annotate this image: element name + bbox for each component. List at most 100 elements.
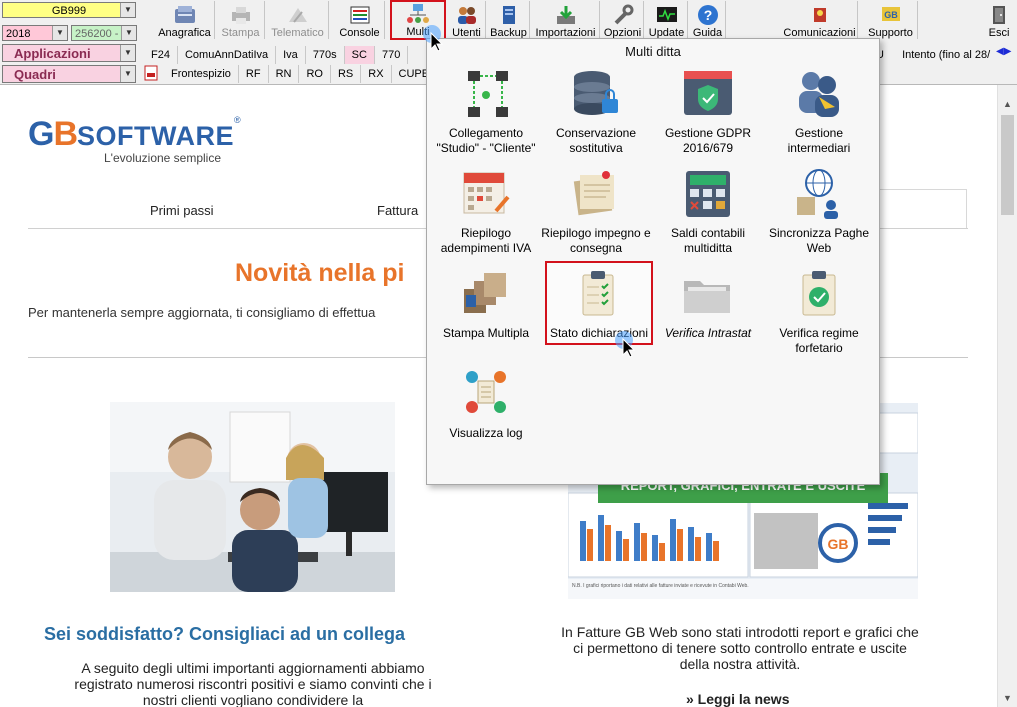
menu-fattura[interactable]: Fattura bbox=[377, 203, 418, 218]
tile-gestione-intermediari[interactable]: Gestione intermediari bbox=[764, 67, 874, 159]
tile-visualizza-log[interactable]: Visualizza log bbox=[431, 367, 541, 459]
multi-company-icon bbox=[406, 3, 430, 25]
intermediaries-icon bbox=[789, 67, 849, 123]
arrow-left-icon[interactable]: ◀ bbox=[996, 46, 1004, 57]
recommend-title: Sei soddisfatto? Consigliaci ad un colle… bbox=[44, 624, 406, 644]
company-selector[interactable]: GB999 ▼ bbox=[2, 2, 136, 18]
telematico-button[interactable]: Telematico bbox=[267, 1, 329, 39]
importazioni-button[interactable]: Importazioni bbox=[532, 1, 600, 39]
client-code-selector[interactable]: 256200 - ▼ bbox=[71, 25, 137, 41]
tab-scroll-arrows[interactable]: ◀▶ bbox=[996, 46, 1011, 57]
anagrafica-button[interactable]: Anagrafica bbox=[155, 1, 215, 39]
communications-icon bbox=[808, 4, 832, 26]
scroll-up-icon[interactable]: ▲ bbox=[1003, 99, 1012, 109]
chevron-down-icon[interactable]: ▼ bbox=[120, 3, 135, 17]
tab-sc[interactable]: SC bbox=[344, 46, 375, 64]
tab-iva[interactable]: Iva bbox=[276, 46, 306, 64]
svg-text:?: ? bbox=[703, 7, 712, 23]
opzioni-button[interactable]: Opzioni bbox=[602, 1, 644, 39]
applications-selector[interactable]: Applicazioni ▼ bbox=[2, 44, 136, 62]
logo-tagline: L'evoluzione semplice bbox=[104, 151, 222, 165]
guida-button[interactable]: ? Guida bbox=[690, 1, 726, 39]
tab-f24[interactable]: F24 bbox=[144, 46, 178, 64]
quadro-tab-ro[interactable]: RO bbox=[299, 65, 331, 83]
modules-tab-row: F24 ComuAnnDatiIva Iva 770s SC 770 bbox=[144, 46, 409, 64]
applications-label: Applicazioni bbox=[14, 46, 91, 61]
quadro-tab-frontespizio[interactable]: Frontespizio bbox=[164, 65, 239, 83]
esci-button[interactable]: Esci bbox=[984, 1, 1014, 39]
tab-770[interactable]: 770 bbox=[375, 46, 409, 64]
tile-stampa-multipla[interactable]: Stampa Multipla bbox=[431, 267, 541, 359]
tab-comuanndatiiva[interactable]: ComuAnnDatiIva bbox=[178, 46, 277, 64]
quadro-tab-rn[interactable]: RN bbox=[269, 65, 300, 83]
quadro-tab-rs[interactable]: RS bbox=[331, 65, 362, 83]
users-icon bbox=[455, 4, 479, 26]
quadro-tab-rx[interactable]: RX bbox=[361, 65, 392, 83]
client-code-value: 256200 - bbox=[75, 28, 119, 40]
year-value: 2018 bbox=[6, 28, 31, 40]
import-icon bbox=[554, 4, 578, 26]
chevron-down-icon[interactable]: ▼ bbox=[120, 45, 135, 61]
year-selector[interactable]: 2018 ▼ bbox=[2, 25, 68, 41]
printer-icon bbox=[229, 4, 253, 26]
comunicazioni-button[interactable]: Comunicazioni bbox=[782, 1, 858, 39]
page-subline: Per mantenerla sempre aggiornata, ti con… bbox=[28, 305, 376, 320]
scroll-thumb[interactable] bbox=[1001, 115, 1014, 215]
telematic-icon bbox=[286, 4, 310, 26]
help-icon: ? bbox=[696, 4, 720, 26]
tile-verifica-intrastat[interactable]: Verifica Intrastat bbox=[653, 267, 763, 359]
console-button[interactable]: Console bbox=[335, 1, 385, 39]
users-log-icon bbox=[456, 367, 516, 423]
tile-collegamento-studio-cliente[interactable]: Collegamento "Studio" - "Cliente" bbox=[431, 67, 541, 159]
chevron-down-icon[interactable]: ▼ bbox=[120, 66, 135, 82]
badge-check-icon bbox=[789, 267, 849, 323]
backup-button[interactable]: Backup bbox=[488, 1, 530, 39]
notes-pin-icon bbox=[566, 167, 626, 223]
console-icon bbox=[348, 4, 372, 26]
gdpr-shield-icon bbox=[678, 67, 738, 123]
chevron-down-icon[interactable]: ▼ bbox=[121, 26, 136, 40]
recommend-text: A seguito degli ultimi importanti aggior… bbox=[74, 660, 432, 707]
scroll-down-icon[interactable]: ▼ bbox=[1003, 693, 1012, 703]
quadro-tab-rf[interactable]: RF bbox=[239, 65, 269, 83]
backup-icon bbox=[497, 4, 521, 26]
pdf-icon[interactable] bbox=[144, 65, 160, 83]
modules-tab-row-right: U Intento (fino al 28/ bbox=[876, 46, 990, 64]
multi-print-icon bbox=[456, 267, 516, 323]
page-headline: Novità nella pi bbox=[235, 259, 405, 287]
gb-software-logo: GBSOFTWARE® L'evoluzione semplice bbox=[28, 115, 241, 165]
tile-verifica-regime-forfetario[interactable]: Verifica regime forfetario bbox=[764, 267, 874, 359]
tile-sincronizza-paghe-web[interactable]: Sincronizza Paghe Web bbox=[764, 167, 874, 259]
tile-saldi-contabili-multiditta[interactable]: Saldi contabili multiditta bbox=[653, 167, 763, 259]
tile-conservazione-sostitutiva[interactable]: Conservazione sostitutiva bbox=[541, 67, 651, 159]
wrench-icon bbox=[611, 4, 635, 26]
tab-770s[interactable]: 770s bbox=[306, 46, 345, 64]
popup-title: Multi ditta bbox=[625, 44, 681, 59]
quadri-selector[interactable]: Quadri ▼ bbox=[2, 65, 136, 83]
arrow-right-icon[interactable]: ▶ bbox=[1004, 46, 1012, 57]
network-link-icon bbox=[456, 67, 516, 123]
read-news-link[interactable]: » Leggi la news bbox=[686, 691, 789, 707]
tab-intento[interactable]: Intento (fino al 28/ bbox=[902, 49, 990, 61]
supporto-button[interactable]: GB Supporto bbox=[864, 1, 918, 39]
vertical-scrollbar[interactable]: ▲ ▼ bbox=[997, 85, 1017, 707]
stampa-button[interactable]: Stampa bbox=[217, 1, 265, 39]
utenti-button[interactable]: Utenti bbox=[448, 1, 486, 39]
tile-riepilogo-adempimenti-iva[interactable]: Riepilogo adempimenti IVA bbox=[431, 167, 541, 259]
office-people-photo bbox=[110, 402, 395, 592]
update-monitor-icon bbox=[655, 4, 679, 26]
quadri-tab-row: FrontespizioRFRNRORSRXCUPEF bbox=[144, 65, 459, 83]
chevron-down-icon[interactable]: ▼ bbox=[52, 26, 67, 40]
menu-primi-passi[interactable]: Primi passi bbox=[150, 203, 214, 218]
update-button[interactable]: Update bbox=[646, 1, 688, 39]
tile-gestione-gdpr[interactable]: Gestione GDPR 2016/679 bbox=[653, 67, 763, 159]
calendar-icon bbox=[456, 167, 516, 223]
exit-door-icon bbox=[987, 4, 1011, 26]
tile-riepilogo-impegno-consegna[interactable]: Riepilogo impegno e consegna bbox=[541, 167, 651, 259]
folder-icon bbox=[678, 267, 738, 323]
tile-stato-dichiarazioni[interactable]: Stato dichiarazioni bbox=[545, 261, 653, 345]
multi-ditta-button[interactable]: Multi bbox=[390, 0, 446, 40]
multi-ditta-popup: Multi ditta Collegamento "Studio" - "Cli… bbox=[426, 38, 880, 485]
clipboard-check-icon bbox=[569, 267, 629, 323]
quadri-label: Quadri bbox=[14, 67, 56, 82]
